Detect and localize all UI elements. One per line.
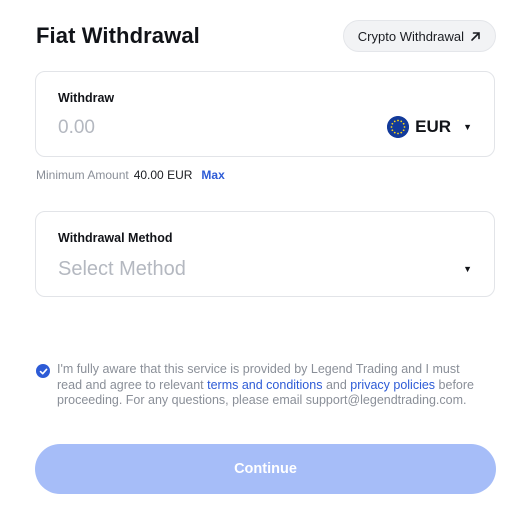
- terms-text-and: and: [325, 377, 347, 392]
- crypto-withdrawal-button[interactable]: Crypto Withdrawal: [342, 20, 496, 52]
- withdraw-label: Withdraw: [58, 91, 115, 105]
- minimum-amount-row: Minimum Amount 40.00 EUR Max: [36, 168, 225, 182]
- max-button[interactable]: Max: [201, 168, 224, 182]
- currency-selector[interactable]: EUR ▼: [387, 116, 472, 138]
- caret-down-icon: ▼: [463, 122, 472, 132]
- withdrawal-method-card: Withdrawal Method Select Method ▼: [35, 211, 495, 297]
- header: Fiat Withdrawal Crypto Withdrawal: [36, 20, 496, 52]
- page-title: Fiat Withdrawal: [36, 23, 200, 48]
- privacy-policies-link[interactable]: privacy policies: [350, 378, 435, 392]
- continue-button[interactable]: Continue: [35, 444, 496, 494]
- currency-code: EUR: [415, 117, 452, 136]
- terms-and-conditions-link[interactable]: terms and conditions: [207, 378, 322, 392]
- withdraw-card: Withdraw EUR ▼: [35, 71, 495, 157]
- crypto-withdrawal-label: Crypto Withdrawal: [357, 28, 464, 44]
- caret-down-icon: ▼: [463, 264, 472, 274]
- withdrawal-method-select[interactable]: Select Method ▼: [58, 254, 472, 284]
- terms-checkbox[interactable]: [36, 364, 50, 378]
- eu-flag-icon: [387, 116, 410, 138]
- checkmark-icon: [39, 368, 47, 374]
- withdrawal-method-label: Withdrawal Method: [58, 231, 173, 245]
- terms-text: I'm fully aware that this service is pro…: [57, 362, 476, 409]
- arrow-up-right-icon: [471, 31, 480, 41]
- minimum-amount-label: Minimum Amount: [36, 168, 129, 182]
- amount-input[interactable]: [58, 114, 298, 142]
- minimum-amount-value: 40.00 EUR: [133, 168, 193, 182]
- terms-agreement: I'm fully aware that this service is pro…: [36, 362, 476, 409]
- method-placeholder: Select Method: [58, 257, 186, 280]
